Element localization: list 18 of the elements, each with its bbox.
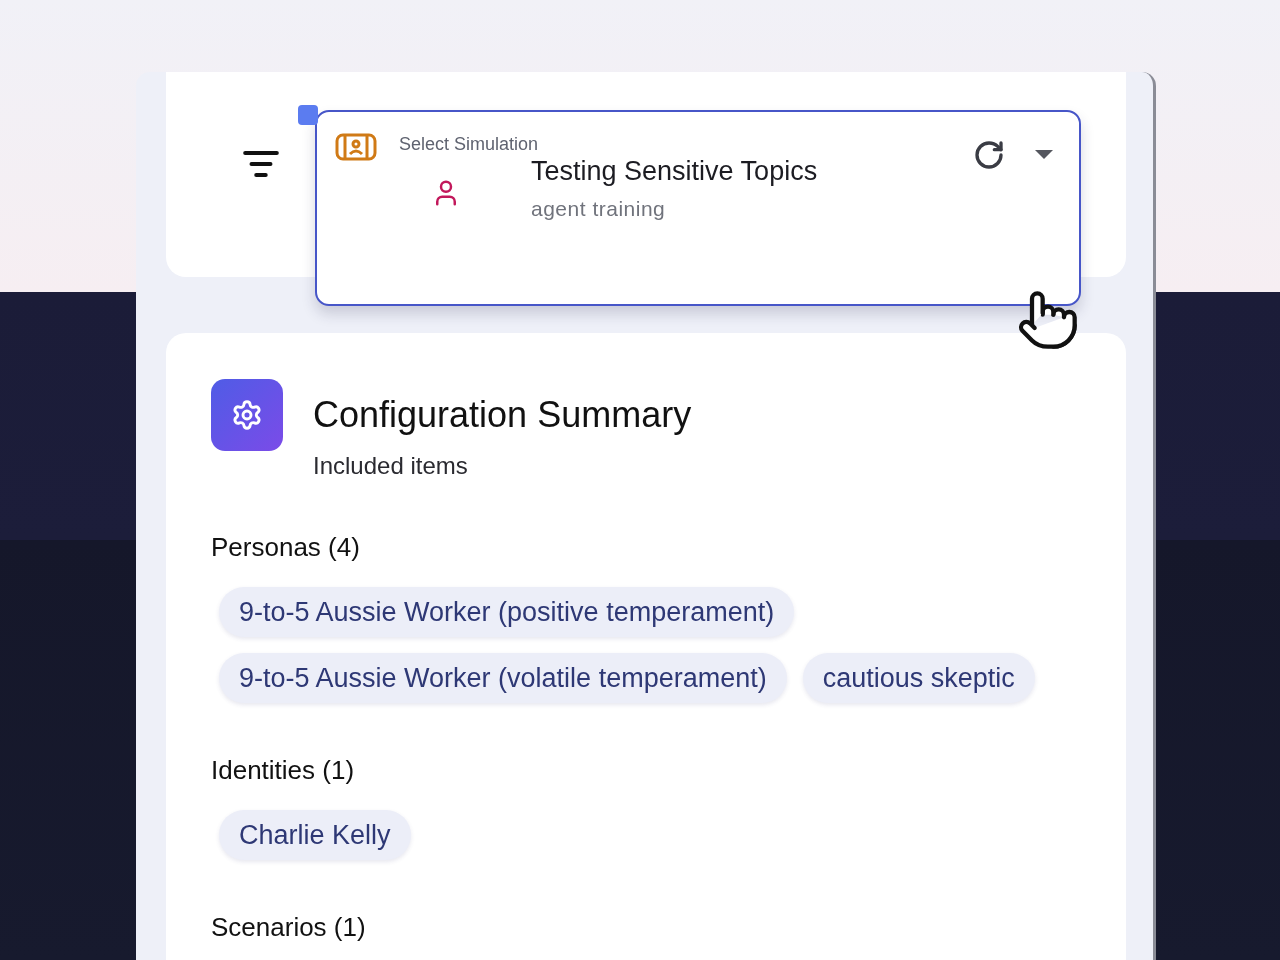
section-heading: Personas (4) bbox=[211, 532, 361, 563]
item-chip: 9-to-5 Aussie Worker (volatile temperament) bbox=[219, 653, 787, 703]
section-heading: Scenarios (1) bbox=[211, 912, 367, 943]
select-label: Select Simulation bbox=[399, 134, 539, 155]
refresh-button[interactable] bbox=[973, 139, 1005, 171]
section-heading: Identities (1) bbox=[211, 755, 356, 786]
gear-icon bbox=[211, 379, 283, 451]
selected-simulation: Testing Sensitive Topics bbox=[531, 156, 818, 187]
item-chip: 9-to-5 Aussie Worker (positive temperament) bbox=[219, 587, 795, 637]
simulation-description: agent training bbox=[531, 197, 667, 221]
summary-subtitle: Included items bbox=[313, 452, 469, 480]
dropdown-caret-button[interactable] bbox=[1035, 150, 1053, 160]
simulation-select[interactable]: Select Simulation Testing Sensitive Topics agent training bbox=[315, 110, 1081, 306]
selection-handle bbox=[298, 105, 318, 125]
summary-title: Configuration Summary bbox=[313, 393, 692, 437]
item-chip: cautious skeptic bbox=[802, 653, 1035, 703]
item-chip: Charlie Kelly bbox=[219, 810, 411, 860]
simulator-icon bbox=[335, 132, 377, 162]
